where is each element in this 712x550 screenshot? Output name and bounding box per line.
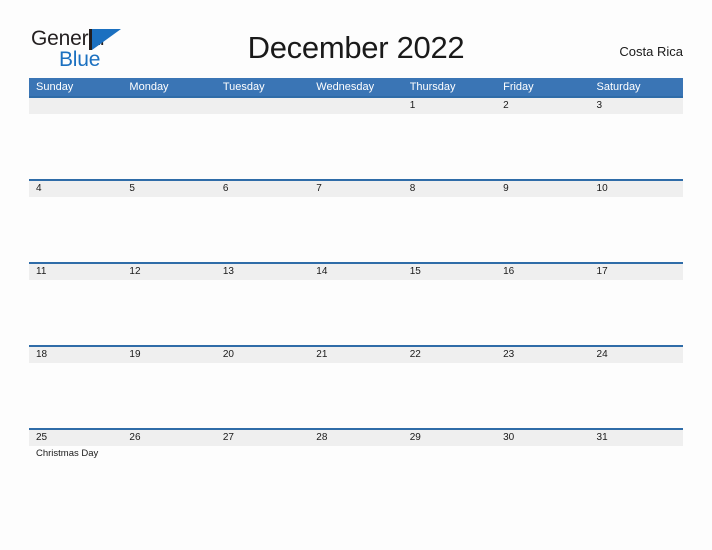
day-cell[interactable] (590, 114, 683, 179)
calendar-page: General Blue December 2022 Costa Rica Su… (0, 0, 712, 550)
day-cell[interactable] (496, 363, 589, 428)
day-cell[interactable] (216, 197, 309, 262)
day-cell[interactable] (496, 446, 589, 511)
page-header: General Blue December 2022 Costa Rica (0, 0, 712, 74)
weekday-thursday: Thursday (409, 81, 456, 93)
day-cell[interactable] (122, 446, 215, 511)
day-number[interactable]: 11 (29, 264, 122, 280)
day-number[interactable]: 24 (590, 347, 683, 363)
day-cell[interactable] (216, 363, 309, 428)
day-number[interactable] (29, 98, 122, 114)
day-number[interactable]: 13 (216, 264, 309, 280)
day-number[interactable]: 23 (496, 347, 589, 363)
day-cell[interactable] (29, 280, 122, 345)
day-number[interactable]: 7 (309, 181, 402, 197)
day-number[interactable] (309, 98, 402, 114)
day-cell[interactable] (496, 197, 589, 262)
day-number[interactable]: 20 (216, 347, 309, 363)
weekday-sunday: Sunday (36, 81, 74, 93)
week-row: 18 19 20 21 22 23 24 (29, 345, 683, 428)
day-number[interactable] (122, 98, 215, 114)
day-number[interactable]: 29 (403, 430, 496, 446)
day-cell[interactable] (496, 114, 589, 179)
day-number[interactable]: 26 (122, 430, 215, 446)
day-number[interactable]: 3 (590, 98, 683, 114)
day-number[interactable]: 1 (403, 98, 496, 114)
day-cell[interactable] (29, 197, 122, 262)
week-row: 1 2 3 (29, 96, 683, 179)
day-cell[interactable] (216, 280, 309, 345)
day-cell[interactable] (29, 114, 122, 179)
weekday-saturday: Saturday (596, 81, 641, 93)
day-number[interactable]: 19 (122, 347, 215, 363)
week-event-band (29, 363, 683, 428)
week-row: 11 12 13 14 15 16 17 (29, 262, 683, 345)
day-cell[interactable]: Christmas Day (29, 446, 122, 511)
day-number[interactable]: 15 (403, 264, 496, 280)
week-date-band: 25 26 27 28 29 30 31 (29, 430, 683, 446)
day-number[interactable]: 8 (403, 181, 496, 197)
day-number[interactable]: 18 (29, 347, 122, 363)
day-cell[interactable] (403, 446, 496, 511)
week-date-band: 4 5 6 7 8 9 10 (29, 181, 683, 197)
day-cell[interactable] (309, 114, 402, 179)
day-cell[interactable] (590, 280, 683, 345)
week-row: 25 26 27 28 29 30 31 Christmas Day (29, 428, 683, 511)
day-number[interactable]: 25 (29, 430, 122, 446)
weekday-friday: Friday (503, 81, 534, 93)
day-cell[interactable] (122, 280, 215, 345)
day-cell[interactable] (590, 363, 683, 428)
day-number[interactable]: 21 (309, 347, 402, 363)
country-label: Costa Rica (619, 44, 683, 59)
day-number[interactable]: 31 (590, 430, 683, 446)
day-number[interactable]: 16 (496, 264, 589, 280)
day-cell[interactable] (590, 446, 683, 511)
day-number[interactable] (216, 98, 309, 114)
day-cell[interactable] (122, 363, 215, 428)
day-cell[interactable] (122, 114, 215, 179)
weekday-tuesday: Tuesday (222, 81, 265, 93)
day-cell[interactable] (29, 363, 122, 428)
day-cell[interactable] (403, 363, 496, 428)
day-cell[interactable] (309, 446, 402, 511)
day-cell[interactable] (216, 114, 309, 179)
page-title: December 2022 (247, 30, 465, 65)
day-number[interactable]: 4 (29, 181, 122, 197)
week-date-band: 11 12 13 14 15 16 17 (29, 264, 683, 280)
week-row: 4 5 6 7 8 9 10 (29, 179, 683, 262)
day-number[interactable]: 27 (216, 430, 309, 446)
day-number[interactable]: 9 (496, 181, 589, 197)
day-number[interactable]: 12 (122, 264, 215, 280)
day-cell[interactable] (309, 197, 402, 262)
day-number[interactable]: 30 (496, 430, 589, 446)
week-date-band: 1 2 3 (29, 98, 683, 114)
day-cell[interactable] (309, 280, 402, 345)
day-number[interactable]: 14 (309, 264, 402, 280)
day-number[interactable]: 2 (496, 98, 589, 114)
day-number[interactable]: 22 (403, 347, 496, 363)
day-number[interactable]: 10 (590, 181, 683, 197)
calendar-grid: Sunday Monday Tuesday Wednesday Thursday… (29, 78, 683, 511)
day-cell[interactable] (309, 363, 402, 428)
day-cell[interactable] (403, 197, 496, 262)
week-event-band (29, 280, 683, 345)
weekday-header-row: Sunday Monday Tuesday Wednesday Thursday… (29, 78, 683, 96)
day-number[interactable]: 17 (590, 264, 683, 280)
day-cell[interactable] (590, 197, 683, 262)
week-event-band: Christmas Day (29, 446, 683, 511)
day-cell[interactable] (403, 280, 496, 345)
day-cell[interactable] (216, 446, 309, 511)
day-cell[interactable] (122, 197, 215, 262)
day-number[interactable]: 28 (309, 430, 402, 446)
week-event-band (29, 197, 683, 262)
weekday-monday: Monday (129, 81, 169, 93)
day-event: Christmas Day (36, 448, 99, 459)
day-cell[interactable] (496, 280, 589, 345)
weekday-wednesday: Wednesday (316, 81, 375, 93)
day-cell[interactable] (403, 114, 496, 179)
day-number[interactable]: 5 (122, 181, 215, 197)
week-date-band: 18 19 20 21 22 23 24 (29, 347, 683, 363)
week-event-band (29, 114, 683, 179)
day-number[interactable]: 6 (216, 181, 309, 197)
